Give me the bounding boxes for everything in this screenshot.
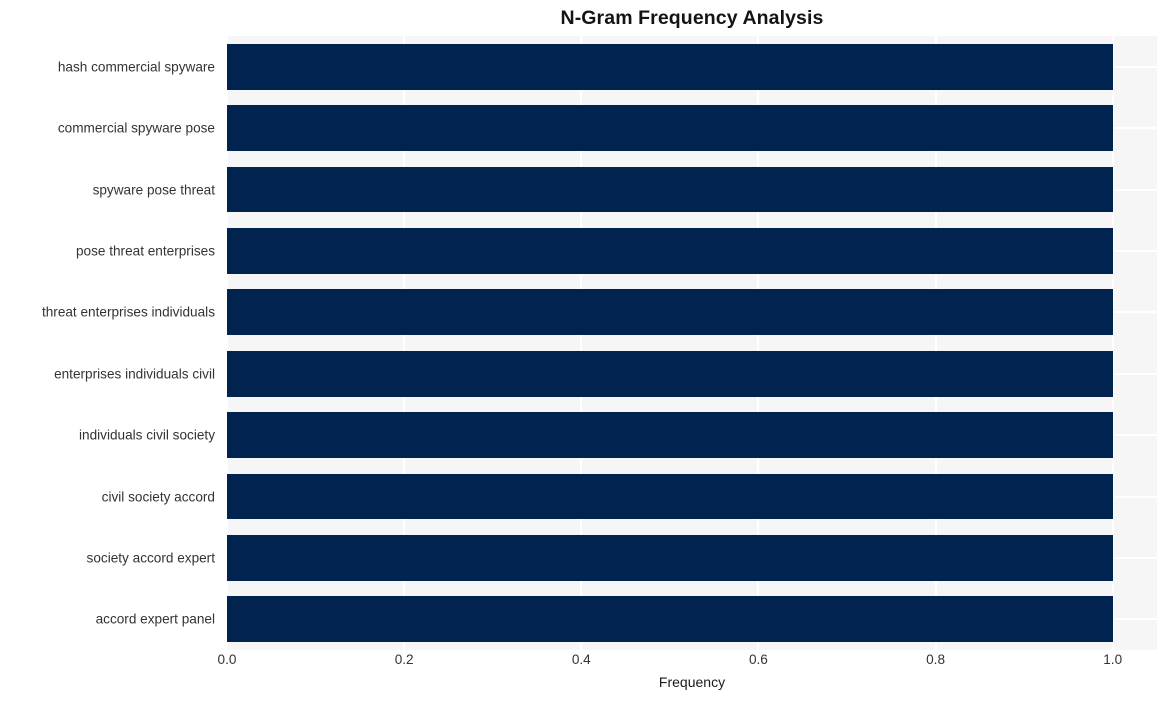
y-axis-tick-label: spyware pose threat (92, 182, 215, 197)
y-axis-tick-label: individuals civil society (79, 427, 215, 443)
bar (227, 412, 1113, 458)
bar (227, 228, 1113, 274)
chart-figure: N-Gram Frequency Analysis hash commercia… (0, 0, 1167, 701)
plot-area (227, 36, 1157, 650)
chart-title: N-Gram Frequency Analysis (560, 7, 824, 29)
x-axis-tick-label: 0.6 (748, 652, 768, 667)
x-axis-tick-label: 0.8 (926, 652, 946, 667)
bar (227, 473, 1113, 520)
x-axis-tick-label: 0.0 (217, 652, 237, 667)
x-axis-tick-labels: 0.0 0.2 0.4 0.6 0.8 1.0 (0, 652, 1167, 676)
bar (227, 43, 1113, 90)
y-axis-tick-label: pose threat enterprises (75, 243, 215, 259)
y-axis-tick-label: accord expert panel (95, 611, 215, 627)
bar (227, 289, 1113, 336)
bar (227, 166, 1113, 213)
y-axis-tick-label: hash commercial spyware (57, 59, 215, 75)
y-axis-tick-label: commercial spyware pose (57, 120, 215, 136)
x-axis-label: Frequency (658, 674, 726, 690)
y-axis-tick-label: threat enterprises individuals (41, 304, 215, 320)
x-axis-tick-label: 0.2 (394, 652, 414, 667)
bar (227, 350, 1113, 397)
y-axis-tick-label: civil society accord (101, 489, 215, 504)
x-axis-tick-label: 0.4 (571, 652, 591, 667)
x-axis-tick-label: 1.0 (1103, 652, 1123, 667)
bar (227, 535, 1113, 581)
y-axis-tick-label: society accord expert (86, 550, 215, 566)
bar (227, 105, 1113, 151)
y-axis-tick-labels: hash commercial spyware commercial spywar… (0, 36, 215, 650)
y-axis-tick-label: enterprises individuals civil (54, 366, 215, 382)
bar (227, 596, 1113, 643)
